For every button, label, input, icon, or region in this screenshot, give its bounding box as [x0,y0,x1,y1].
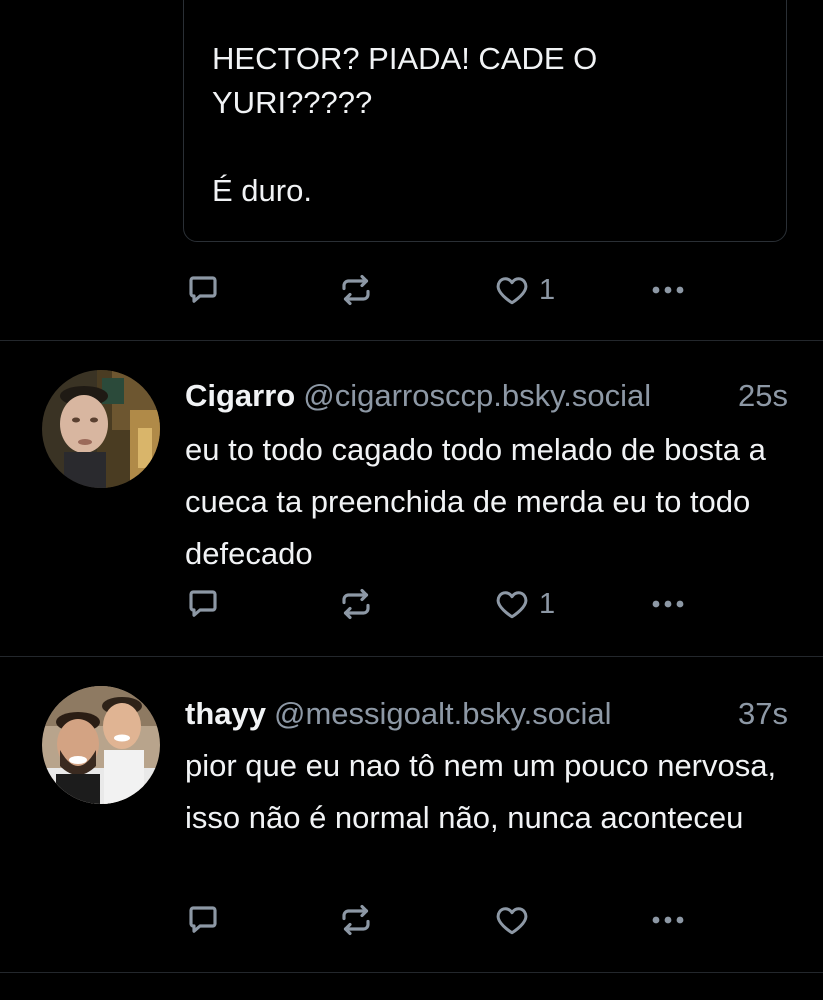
timestamp[interactable]: 37s [738,694,788,734]
speech-bubble-icon [185,586,221,622]
more-options-button[interactable] [648,900,688,940]
handle[interactable]: @cigarrosccp.bsky.social [303,378,651,413]
heart-outline-icon [493,272,531,308]
more-options-button[interactable] [648,584,688,624]
post-item[interactable]: thayy @messigoalt.bsky.social 37s pior qu… [0,656,823,972]
feed: HECTOR? PIADA! CADE O YURI????? É duro. … [0,0,823,1000]
repost-arrows-icon [337,586,375,622]
display-name[interactable]: Cigarro [185,378,295,413]
post-item[interactable]: Cigarro @cigarrosccp.bsky.social 25s eu t… [0,340,823,656]
avatar[interactable] [42,686,160,804]
timestamp[interactable]: 25s [738,376,788,416]
like-button[interactable]: 1 [493,584,555,624]
repost-button[interactable] [337,900,375,940]
ellipsis-icon [648,272,688,308]
repost-button[interactable] [337,270,375,310]
like-button[interactable]: 1 [493,270,555,310]
post-text: eu to todo cagado todo melado de bosta a… [185,432,766,571]
repost-arrows-icon [337,902,375,938]
post-header: thayy @messigoalt.bsky.social 37s [185,694,788,734]
quoted-post-text: HECTOR? PIADA! CADE O YURI????? É duro. [212,41,598,208]
ellipsis-icon [648,586,688,622]
like-button[interactable] [493,900,539,940]
speech-bubble-icon [185,272,221,308]
like-count: 1 [539,273,556,306]
post-header: Cigarro @cigarrosccp.bsky.social 25s [185,376,788,416]
post-actions [0,900,823,940]
like-count: 1 [539,587,556,620]
handle[interactable]: @messigoalt.bsky.social [274,696,612,731]
post-actions: 1 [0,270,823,310]
repost-button[interactable] [337,584,375,624]
speech-bubble-icon [185,902,221,938]
repost-arrows-icon [337,272,375,308]
quoted-post-card[interactable]: HECTOR? PIADA! CADE O YURI????? É duro. [183,0,787,242]
reply-button[interactable] [185,900,221,940]
more-options-button[interactable] [648,270,688,310]
display-name[interactable]: thayy [185,696,266,731]
ellipsis-icon [648,902,688,938]
avatar[interactable] [42,370,160,488]
post-actions: 1 [0,584,823,624]
post-divider [0,972,823,973]
reply-button[interactable] [185,270,221,310]
heart-outline-icon [493,586,531,622]
heart-outline-icon [493,902,531,938]
post-text: pior que eu nao tô nem um pouco nervosa,… [185,748,777,835]
reply-button[interactable] [185,584,221,624]
